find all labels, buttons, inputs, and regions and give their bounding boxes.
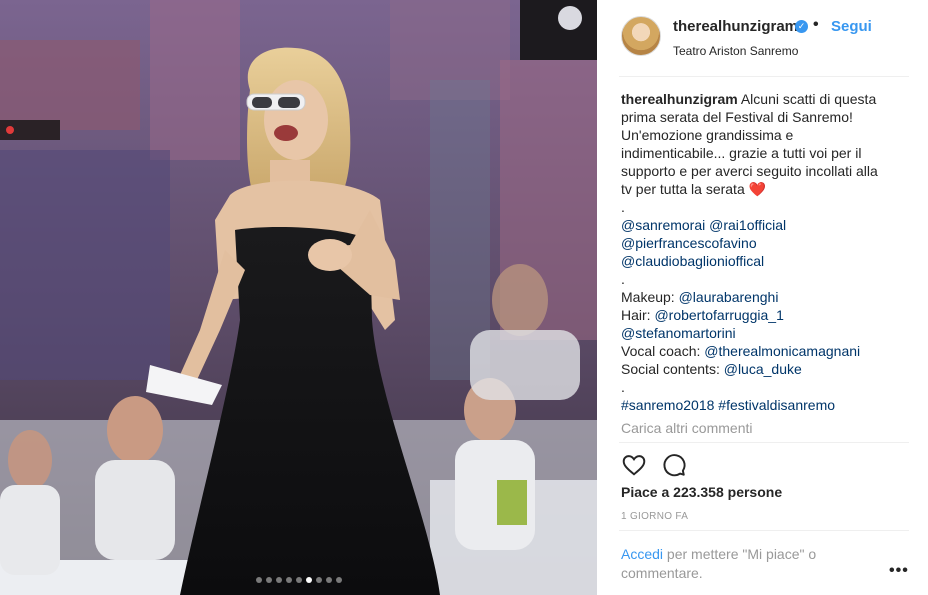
mention-link[interactable]: @luca_duke bbox=[724, 361, 802, 377]
caption-line-2: prima serata del Festival di Sanremo! bbox=[621, 109, 853, 125]
carousel-dots bbox=[0, 577, 597, 583]
photo-scene bbox=[0, 0, 597, 595]
post-location[interactable]: Teatro Ariston Sanremo bbox=[673, 44, 798, 58]
carousel-dot[interactable] bbox=[285, 577, 292, 583]
vocal-label: Vocal coach: bbox=[621, 343, 701, 359]
likes-count[interactable]: Piace a 223.358 persone bbox=[621, 484, 782, 500]
carousel-dot[interactable] bbox=[265, 577, 272, 583]
post-timestamp[interactable]: 1 GIORNO FA bbox=[621, 511, 688, 522]
mention-link[interactable]: @sanremorai bbox=[621, 217, 705, 233]
hashtag-link[interactable]: #festivaldisanremo bbox=[718, 397, 835, 413]
comment-bubble-icon[interactable] bbox=[661, 452, 687, 478]
caption-line-1: Alcuni scatti di questa bbox=[740, 91, 877, 107]
caption-dot: . bbox=[621, 379, 625, 395]
carousel-dot[interactable] bbox=[275, 577, 282, 583]
social-label: Social contents: bbox=[621, 361, 720, 377]
mention-link[interactable]: @therealmonicamagnani bbox=[704, 343, 860, 359]
login-link[interactable]: Accedi bbox=[621, 546, 663, 562]
mention-link[interactable]: @stefanomartorini bbox=[621, 325, 736, 341]
separator-dot: • bbox=[813, 16, 819, 33]
carousel-dot[interactable] bbox=[255, 577, 262, 583]
divider bbox=[619, 76, 909, 77]
login-prompt: Accedi per mettere "Mi piace" o commenta… bbox=[621, 545, 861, 583]
mention-link[interactable]: @rai1official bbox=[709, 217, 786, 233]
mention-link[interactable]: @claudiobaglionioffical bbox=[621, 253, 764, 269]
mention-link[interactable]: @pierfrancescofavino bbox=[621, 235, 757, 251]
caption-dot: . bbox=[621, 199, 625, 215]
caption-username[interactable]: therealhunzigram bbox=[621, 91, 738, 107]
heart-emoji-icon: ❤️ bbox=[748, 181, 767, 197]
makeup-label: Makeup: bbox=[621, 289, 675, 305]
divider bbox=[619, 530, 909, 531]
caption-line-5: supporto e per averci seguito incollati … bbox=[621, 163, 878, 179]
follow-button[interactable]: Segui bbox=[831, 18, 872, 35]
hashtag-link[interactable]: #sanremo2018 bbox=[621, 397, 714, 413]
carousel-dot[interactable] bbox=[335, 577, 342, 583]
carousel-dot[interactable] bbox=[315, 577, 322, 583]
post-photo[interactable] bbox=[0, 0, 597, 595]
caption-line-6: tv per tutta la serata bbox=[621, 181, 745, 197]
divider bbox=[619, 442, 909, 443]
mention-link[interactable]: @robertofarruggia_1 bbox=[654, 307, 783, 323]
verified-badge-icon: ✓ bbox=[795, 20, 808, 33]
more-options-icon[interactable]: ••• bbox=[889, 562, 909, 580]
caption-line-3: Un'emozione grandissima e bbox=[621, 127, 794, 143]
caption-line-4: indimenticabile... grazie a tutti voi pe… bbox=[621, 145, 862, 161]
mention-link[interactable]: @laurabarenghi bbox=[679, 289, 779, 305]
post-username[interactable]: therealhunzigram bbox=[673, 18, 798, 35]
hair-label: Hair: bbox=[621, 307, 651, 323]
post-header: therealhunzigram ✓ • Segui Teatro Aristo… bbox=[597, 0, 928, 76]
carousel-dot[interactable] bbox=[295, 577, 302, 583]
carousel-dot[interactable] bbox=[305, 577, 312, 583]
caption-dot: . bbox=[621, 271, 625, 287]
heart-outline-icon[interactable] bbox=[621, 452, 647, 478]
post-actions bbox=[621, 452, 687, 480]
post-side-panel: therealhunzigram ✓ • Segui Teatro Aristo… bbox=[597, 0, 928, 595]
avatar[interactable] bbox=[621, 16, 661, 56]
caption-block: therealhunzigram Alcuni scatti di questa… bbox=[621, 90, 891, 414]
load-more-comments-link[interactable]: Carica altri commenti bbox=[621, 420, 752, 436]
carousel-dot[interactable] bbox=[325, 577, 332, 583]
